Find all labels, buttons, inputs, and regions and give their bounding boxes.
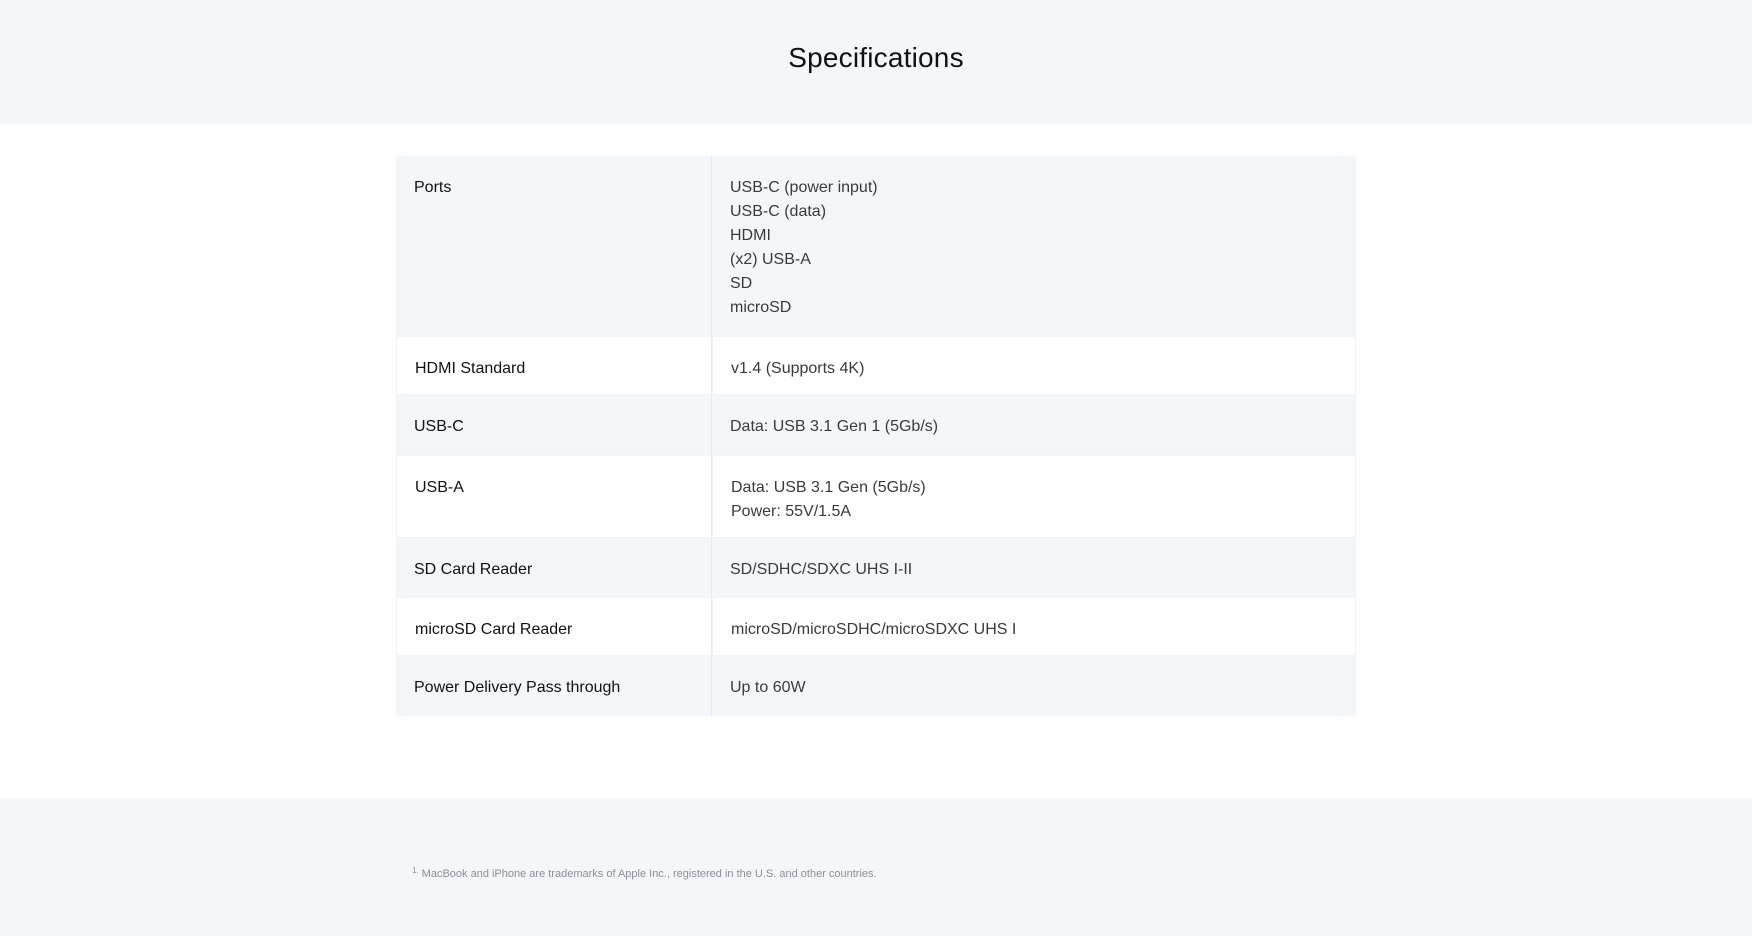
trademark-footnote: 1. MacBook and iPhone are trademarks of A…	[412, 866, 877, 880]
spec-value: SD	[730, 275, 753, 292]
spec-value: USB-C (data)	[730, 203, 827, 220]
spec-name: USB-A	[396, 456, 712, 537]
specifications-header: Specifications	[0, 0, 1752, 124]
spec-value: microSD	[730, 299, 792, 316]
spec-values: Data: USB 3.1 Gen (5Gb/s) Power: 55V/1.5…	[712, 456, 1356, 537]
spec-value: Data: USB 3.1 Gen 1 (5Gb/s)	[730, 418, 939, 435]
page: Specifications Ports USB-C (power input)…	[0, 0, 1752, 936]
spec-value: Power: 55V/1.5A	[731, 503, 852, 520]
spec-values: Up to 60W	[712, 656, 1356, 716]
spec-value: HDMI	[730, 227, 771, 244]
spec-values: microSD/microSDHC/microSDXC UHS I	[712, 598, 1356, 655]
spec-value: (x2) USB-A	[730, 251, 811, 268]
footer: 1. MacBook and iPhone are trademarks of A…	[0, 798, 1752, 936]
page-title: Specifications	[788, 42, 964, 73]
spec-row-microsd-card-reader: microSD Card Reader microSD/microSDHC/mi…	[396, 597, 1356, 656]
spec-values: v1.4 (Supports 4K)	[712, 337, 1356, 394]
spec-value: Up to 60W	[730, 679, 806, 696]
spec-name: microSD Card Reader	[396, 598, 712, 655]
spec-value: microSD/microSDHC/microSDXC UHS I	[731, 621, 1017, 638]
spec-values: USB-C (power input) USB-C (data) HDMI (x…	[712, 156, 1356, 336]
footnote-text: MacBook and iPhone are trademarks of App…	[421, 868, 877, 880]
footnote-number: 1.	[412, 866, 419, 875]
spec-value: Data: USB 3.1 Gen (5Gb/s)	[731, 479, 926, 496]
spec-name: HDMI Standard	[396, 337, 712, 394]
spec-name: Power Delivery Pass through	[396, 656, 712, 716]
spec-value: v1.4 (Supports 4K)	[731, 360, 865, 377]
spec-name: SD Card Reader	[396, 538, 712, 597]
spec-name: USB-C	[396, 395, 712, 455]
spec-row-hdmi-standard: HDMI Standard v1.4 (Supports 4K)	[396, 336, 1356, 395]
spec-row-ports: Ports USB-C (power input) USB-C (data) H…	[396, 156, 1356, 336]
spec-name: Ports	[396, 156, 712, 336]
spec-values: Data: USB 3.1 Gen 1 (5Gb/s)	[712, 395, 1356, 455]
spec-row-usb-a: USB-A Data: USB 3.1 Gen (5Gb/s) Power: 5…	[396, 455, 1356, 538]
spec-value: SD/SDHC/SDXC UHS I-II	[730, 561, 913, 578]
spec-row-usb-c: USB-C Data: USB 3.1 Gen 1 (5Gb/s)	[396, 395, 1356, 455]
spec-values: SD/SDHC/SDXC UHS I-II	[712, 538, 1356, 597]
spec-row-power-delivery: Power Delivery Pass through Up to 60W	[396, 656, 1356, 716]
spec-row-sd-card-reader: SD Card Reader SD/SDHC/SDXC UHS I-II	[396, 538, 1356, 597]
spec-value: USB-C (power input)	[730, 179, 878, 196]
specifications-table: Ports USB-C (power input) USB-C (data) H…	[396, 156, 1356, 716]
